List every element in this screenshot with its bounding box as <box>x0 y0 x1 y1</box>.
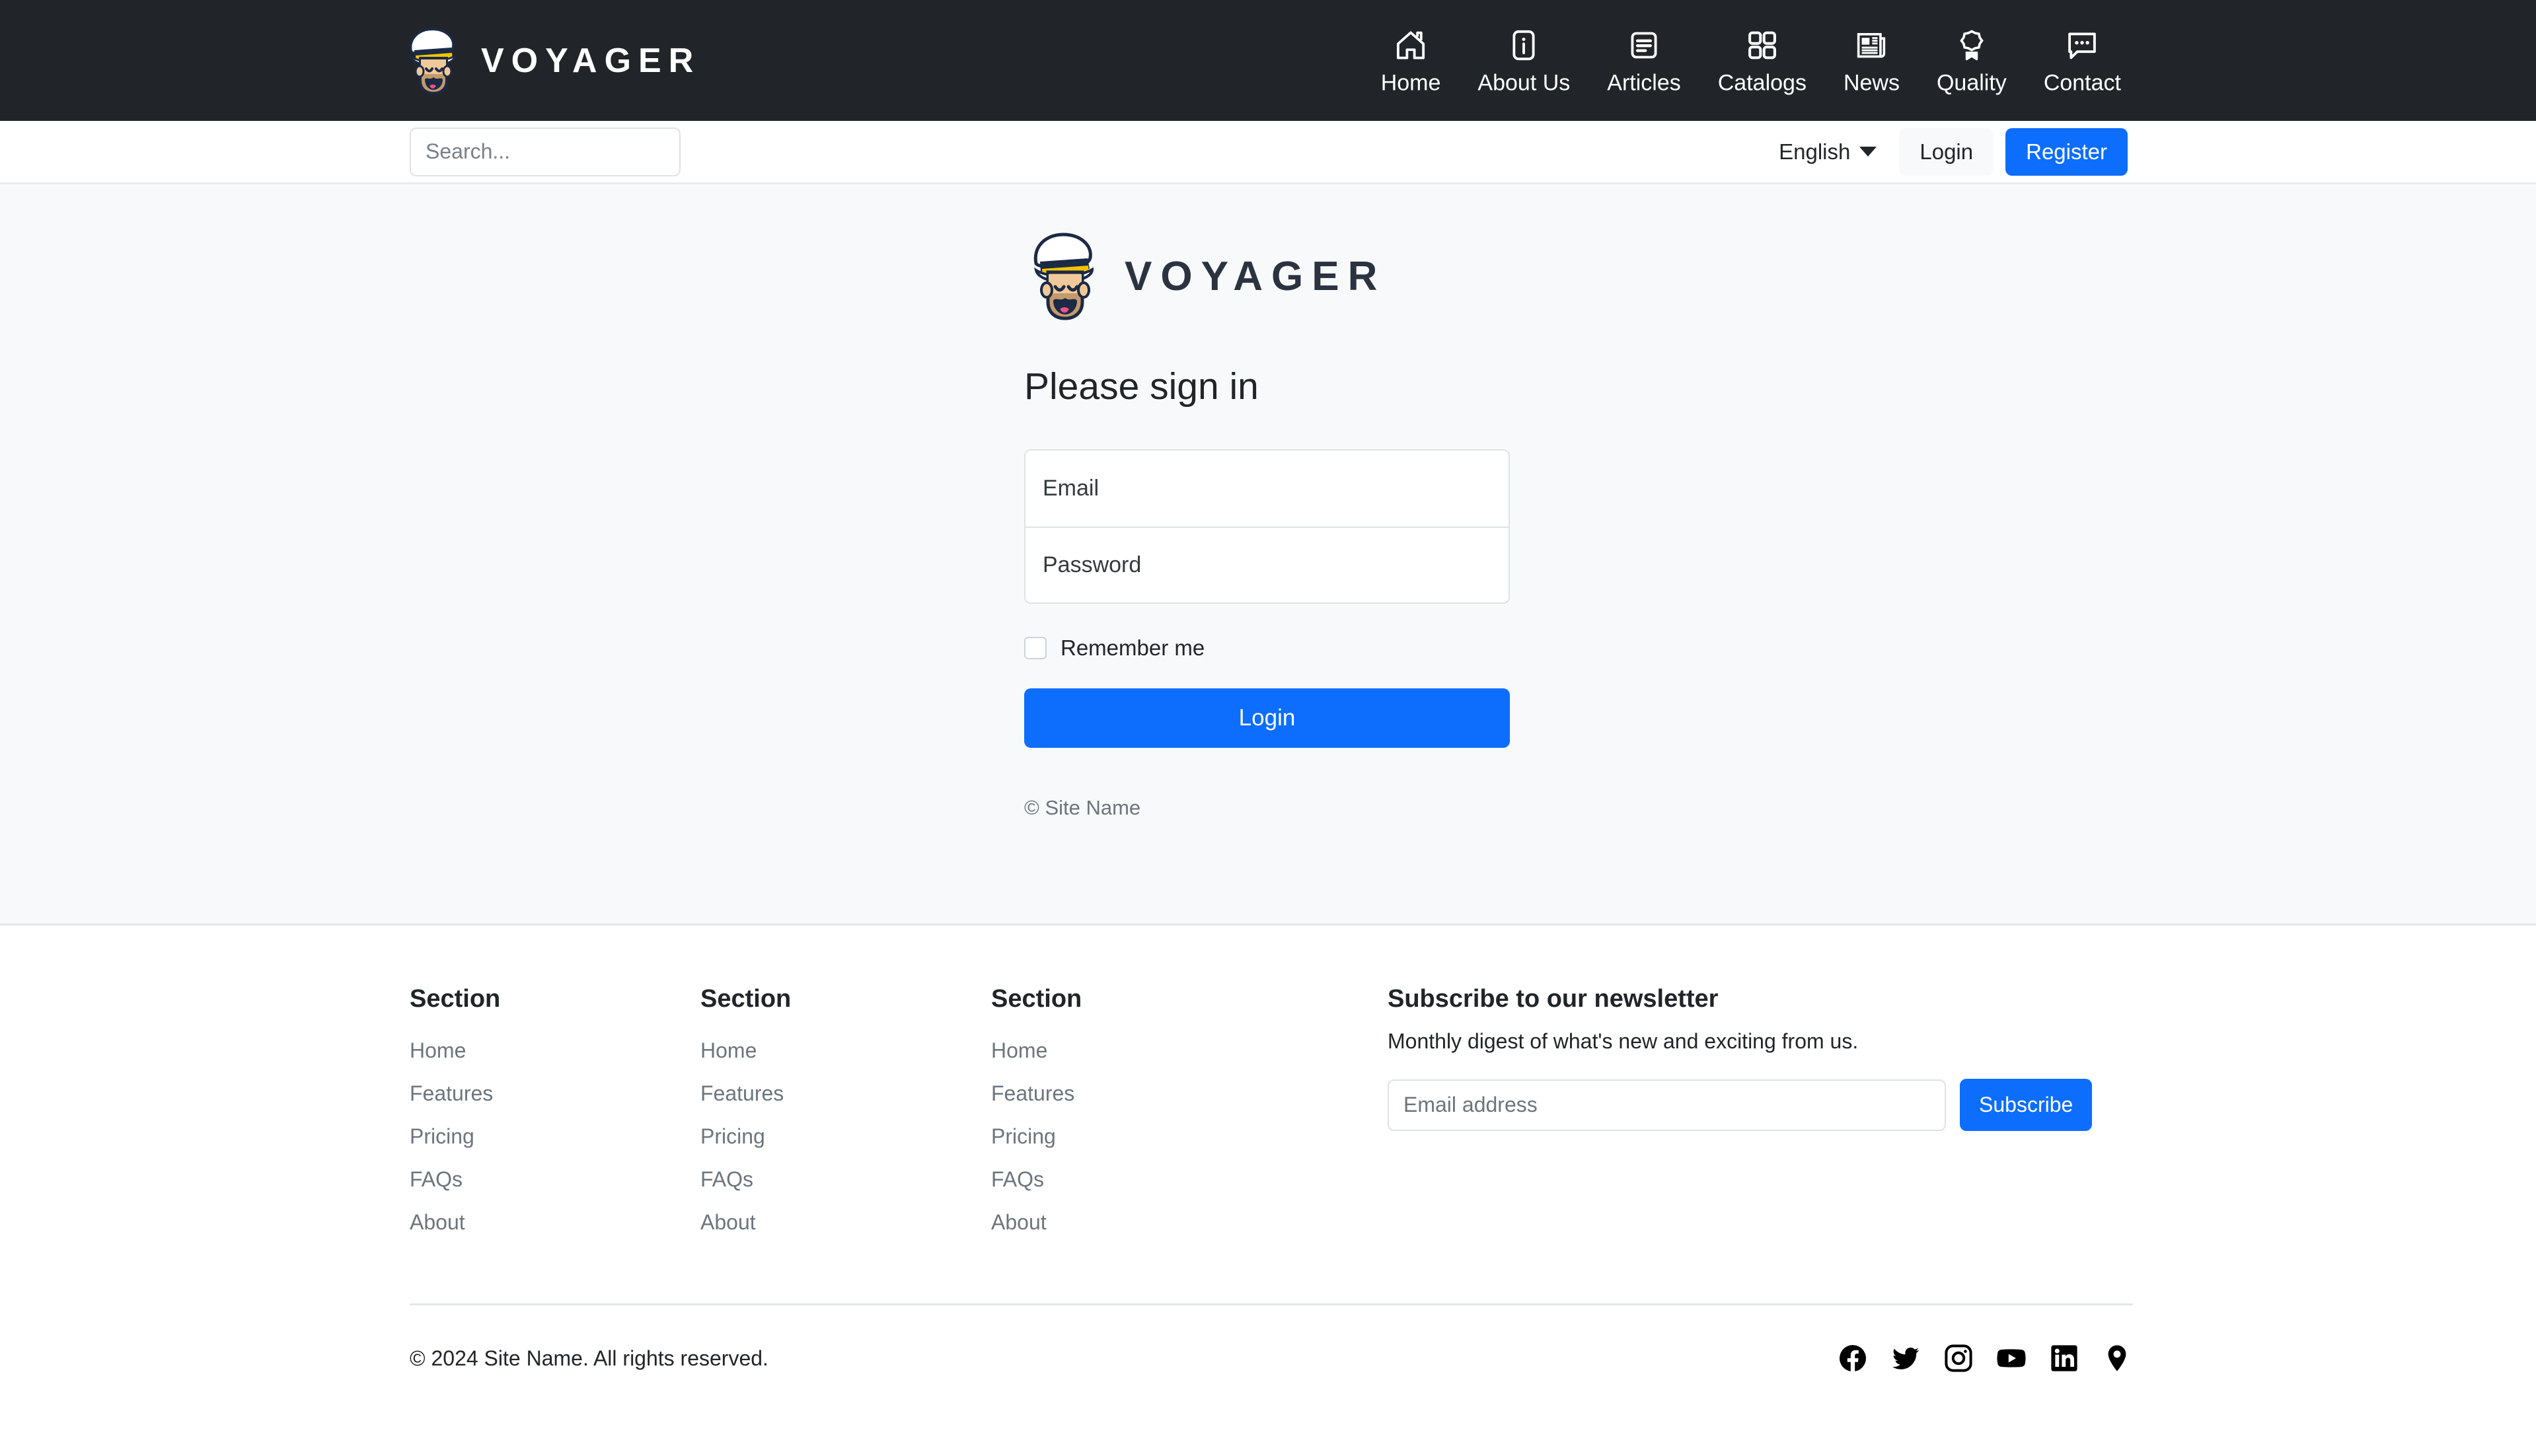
linkedin-icon[interactable] <box>2048 1342 2080 1374</box>
footer-link[interactable]: Features <box>410 1072 700 1115</box>
article-lines-icon <box>1631 32 1657 58</box>
footer-copyright: © 2024 Site Name. All rights reserved. <box>410 1346 768 1370</box>
nav-label: News <box>1843 70 1900 95</box>
info-square-icon <box>1512 30 1535 60</box>
award-ribbon-icon <box>1960 29 1984 60</box>
subscribe-button[interactable]: Subscribe <box>1960 1079 2093 1131</box>
email-field-row <box>1026 451 1509 527</box>
footer-link[interactable]: Home <box>991 1029 1282 1072</box>
footer-column-heading: Section <box>991 985 1082 1013</box>
login-button[interactable]: Login <box>1899 127 1994 176</box>
language-label: English <box>1779 139 1851 164</box>
footer-link[interactable]: About <box>700 1201 991 1244</box>
footer-column-heading: Section <box>410 985 501 1013</box>
sailor-captain-avatar-icon <box>409 27 456 94</box>
footer-column-heading: Section <box>700 985 792 1013</box>
newspaper-icon <box>1857 32 1886 57</box>
footer-link[interactable]: Home <box>410 1029 700 1072</box>
page-title: Please sign in <box>1024 365 1259 408</box>
nav-item-catalogs[interactable]: Catalogs <box>1699 27 1825 94</box>
submit-login-button[interactable]: Login <box>1024 688 1510 748</box>
newsletter-subtext: Monthly digest of what's new and excitin… <box>1388 1029 1859 1053</box>
nav-label: Contact <box>2043 70 2121 95</box>
newsletter-section: Subscribe to our newsletter Monthly dige… <box>1388 985 2095 1244</box>
nav-item-articles[interactable]: Articles <box>1588 27 1699 94</box>
main-content: VOYAGER Please sign in Remember me Login… <box>0 184 2536 926</box>
brand-wordmark: VOYAGER <box>481 41 701 80</box>
footer-link[interactable]: About <box>410 1201 700 1244</box>
footer-link[interactable]: Pricing <box>991 1115 1282 1158</box>
grid-squares-icon <box>1748 31 1776 59</box>
facebook-icon[interactable] <box>1837 1342 1869 1374</box>
email-input[interactable] <box>1041 475 1493 502</box>
nav-item-home[interactable]: Home <box>1362 27 1460 94</box>
footer-link[interactable]: About <box>991 1201 1282 1244</box>
footer-bottom-bar: © 2024 Site Name. All rights reserved. <box>410 1305 2133 1374</box>
top-navbar: VOYAGER Home About Us Articles Catalogs … <box>0 0 2536 121</box>
footer-link[interactable]: Pricing <box>700 1115 991 1158</box>
signin-wordmark: VOYAGER <box>1125 253 1386 299</box>
location-pin-icon[interactable] <box>2101 1342 2133 1374</box>
footer-link[interactable]: Features <box>991 1072 1282 1115</box>
footer-link[interactable]: Features <box>700 1072 991 1115</box>
language-selector[interactable]: English <box>1763 130 1892 174</box>
footer-link[interactable]: FAQs <box>991 1158 1282 1201</box>
newsletter-email-input[interactable] <box>1388 1079 1946 1131</box>
youtube-icon[interactable] <box>1995 1342 2027 1374</box>
newsletter-heading: Subscribe to our newsletter <box>1388 985 1719 1013</box>
password-input[interactable] <box>1041 552 1493 579</box>
nav-item-contact[interactable]: Contact <box>2025 27 2140 94</box>
footer-inner: Section Home Features Pricing FAQs About… <box>410 926 2133 1374</box>
nav-item-about-us[interactable]: About Us <box>1459 27 1588 94</box>
footer-column-1: Section Home Features Pricing FAQs About <box>410 985 700 1244</box>
footer-columns: Section Home Features Pricing FAQs About… <box>410 926 2133 1244</box>
chevron-down-icon <box>1859 147 1877 157</box>
newsletter-form: Subscribe <box>1388 1079 2095 1131</box>
register-button[interactable]: Register <box>2005 127 2128 176</box>
house-icon <box>1397 30 1425 59</box>
secondary-bar-actions: English Login Register <box>1763 127 2128 176</box>
primary-nav: Home About Us Articles Catalogs News Qua… <box>1362 27 2140 94</box>
brand-logo-link[interactable]: VOYAGER <box>402 25 700 96</box>
footer-link[interactable]: FAQs <box>410 1158 700 1201</box>
footer-column-3: Section Home Features Pricing FAQs About <box>991 985 1282 1244</box>
footer-column-2: Section Home Features Pricing FAQs About <box>700 985 991 1244</box>
nav-label: Quality <box>1936 70 2007 95</box>
twitter-icon[interactable] <box>1890 1342 1921 1374</box>
remember-me-row: Remember me <box>1024 636 1513 661</box>
credentials-group <box>1024 449 1510 604</box>
social-links <box>1837 1342 2133 1374</box>
nav-label: Catalogs <box>1717 70 1807 95</box>
sailor-captain-avatar-icon <box>1033 233 1094 320</box>
signin-panel: VOYAGER Please sign in Remember me Login… <box>1024 184 1513 820</box>
password-field-row <box>1026 527 1509 602</box>
remember-me-label: Remember me <box>1061 636 1205 660</box>
nav-item-quality[interactable]: Quality <box>1918 27 2025 94</box>
footer-link[interactable]: FAQs <box>700 1158 991 1201</box>
remember-me-checkbox[interactable] <box>1024 637 1047 659</box>
signin-brand: VOYAGER <box>1024 184 1513 320</box>
instagram-icon[interactable] <box>1943 1342 1974 1374</box>
signin-copyright: © Site Name <box>1024 796 1141 819</box>
nav-item-news[interactable]: News <box>1825 27 1918 94</box>
footer-link[interactable]: Home <box>700 1029 991 1072</box>
nav-label: About Us <box>1477 70 1571 95</box>
chat-bubble-dots-icon <box>2068 32 2097 59</box>
secondary-bar: English Login Register <box>0 121 2536 184</box>
search-input[interactable] <box>410 127 681 176</box>
footer-link[interactable]: Pricing <box>410 1115 700 1158</box>
page-root: VOYAGER Home About Us Articles Catalogs … <box>0 0 2536 1456</box>
nav-label: Articles <box>1607 70 1681 95</box>
nav-label: Home <box>1380 70 1441 95</box>
